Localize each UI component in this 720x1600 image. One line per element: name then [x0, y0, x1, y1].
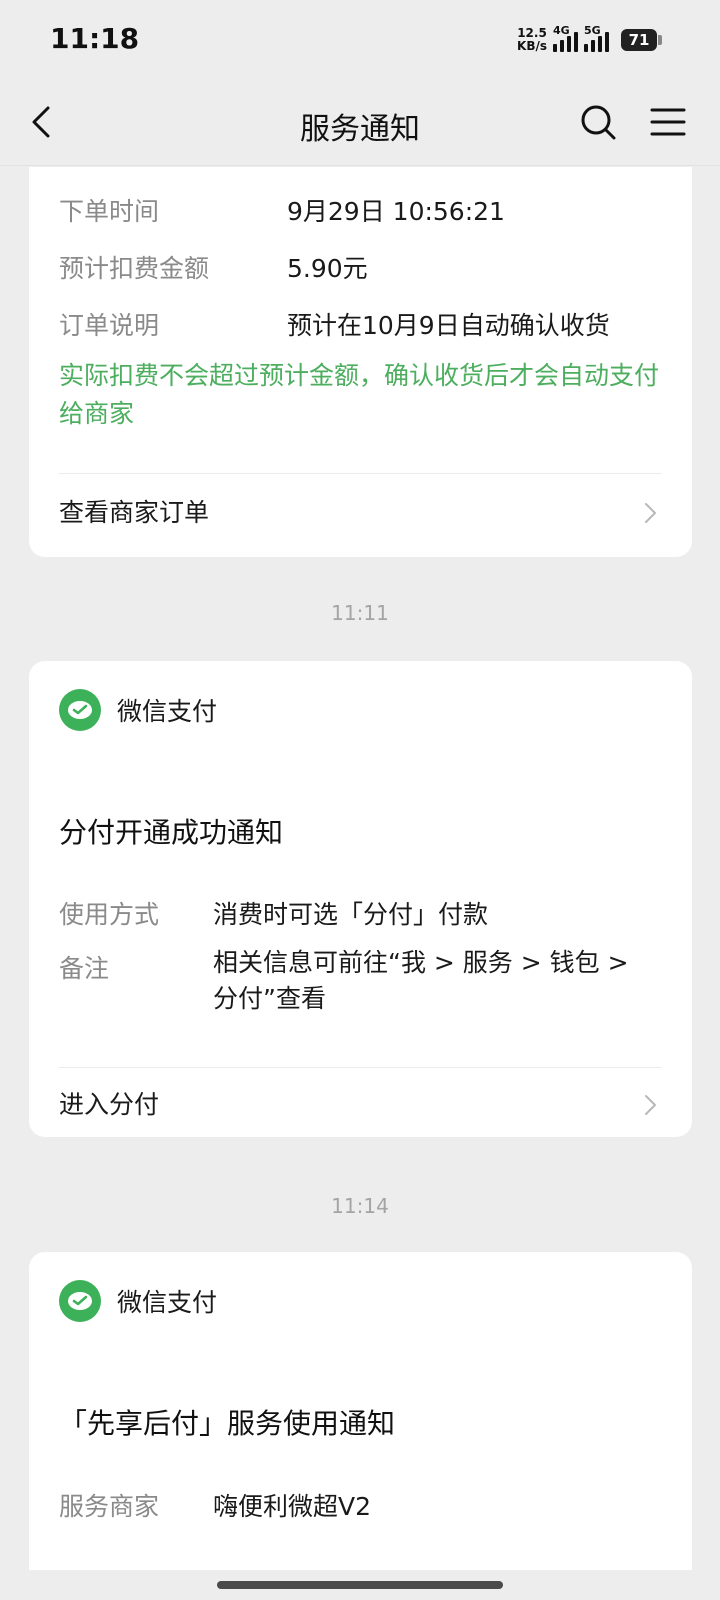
detail-label: 下单时间 — [59, 197, 160, 226]
detail-label: 使用方式 — [59, 900, 160, 929]
menu-button[interactable] — [648, 102, 688, 142]
service-usage-card: 微信支付 「先享后付」服务使用通知 服务商家 嗨便利微超V2 — [29, 1252, 692, 1570]
detail-value: 嗨便利微超V2 — [213, 1492, 372, 1521]
notice-title: 「先享后付」服务使用通知 — [59, 1407, 396, 1440]
order-card: 下单时间 9月29日 10:56:21 预计扣费金额 5.90元 订单说明 预计… — [29, 167, 692, 557]
signal-5g-label: 5G — [584, 24, 601, 37]
network-speed-unit: KB/s — [517, 39, 547, 53]
search-icon — [581, 105, 616, 140]
brand-header[interactable]: 微信支付 — [59, 689, 217, 731]
divider — [59, 1067, 662, 1068]
detail-label: 服务商家 — [59, 1492, 160, 1521]
network-speed: 12.5 KB/s — [517, 27, 547, 53]
status-bar: 11:18 12.5 KB/s 4G 5G 71 — [0, 0, 720, 80]
link-label: 查看商家订单 — [59, 498, 210, 527]
battery-level: 71 — [621, 29, 657, 51]
enter-fenfu-link[interactable]: 进入分付 — [59, 1085, 662, 1125]
status-time: 11:18 — [50, 22, 140, 55]
fenfu-notice-card: 微信支付 分付开通成功通知 使用方式 消费时可选「分付」付款 备注 相关信息可前… — [29, 661, 692, 1137]
message-timestamp: 11:11 — [331, 601, 389, 625]
notice-title: 分付开通成功通知 — [59, 816, 284, 849]
brand-name: 微信支付 — [117, 1288, 218, 1317]
home-indicator[interactable] — [217, 1581, 503, 1589]
message-list[interactable]: 下单时间 9月29日 10:56:21 预计扣费金额 5.90元 订单说明 预计… — [0, 167, 720, 1570]
message-timestamp: 11:14 — [331, 1194, 389, 1218]
link-label: 进入分付 — [59, 1090, 160, 1119]
search-button[interactable] — [578, 102, 618, 142]
payment-note: 实际扣费不会超过预计金额，确认收货后才会自动支付给商家 — [59, 361, 660, 428]
battery-icon: 71 — [621, 29, 662, 51]
detail-label: 预计扣费金额 — [59, 254, 210, 283]
wechat-pay-logo-icon — [59, 1280, 101, 1322]
detail-label: 订单说明 — [59, 311, 160, 340]
detail-value: 5.90元 — [287, 254, 368, 283]
brand-name: 微信支付 — [117, 697, 218, 726]
chevron-right-icon — [645, 503, 656, 523]
detail-value: 消费时可选「分付」付款 — [213, 900, 489, 929]
status-indicators: 12.5 KB/s 4G 5G 71 — [517, 24, 662, 56]
detail-value: 预计在10月9日自动确认收货 — [287, 311, 610, 340]
signal-4g-icon: 4G — [553, 24, 578, 52]
detail-value: 9月29日 10:56:21 — [287, 197, 505, 226]
view-merchant-order-link[interactable]: 查看商家订单 — [59, 493, 662, 533]
nav-bar: 服务通知 — [0, 80, 720, 166]
detail-label: 备注 — [59, 954, 110, 983]
signal-5g-icon: 5G — [584, 24, 609, 52]
divider — [59, 473, 662, 474]
brand-header[interactable]: 微信支付 — [59, 1280, 217, 1322]
signal-4g-label: 4G — [553, 24, 570, 37]
wechat-pay-logo-icon — [59, 689, 101, 731]
chevron-right-icon — [645, 1095, 656, 1115]
detail-value: 相关信息可前往“我 > 服务 > 钱包 > 分付”查看 — [213, 948, 629, 1013]
menu-icon — [650, 108, 686, 136]
